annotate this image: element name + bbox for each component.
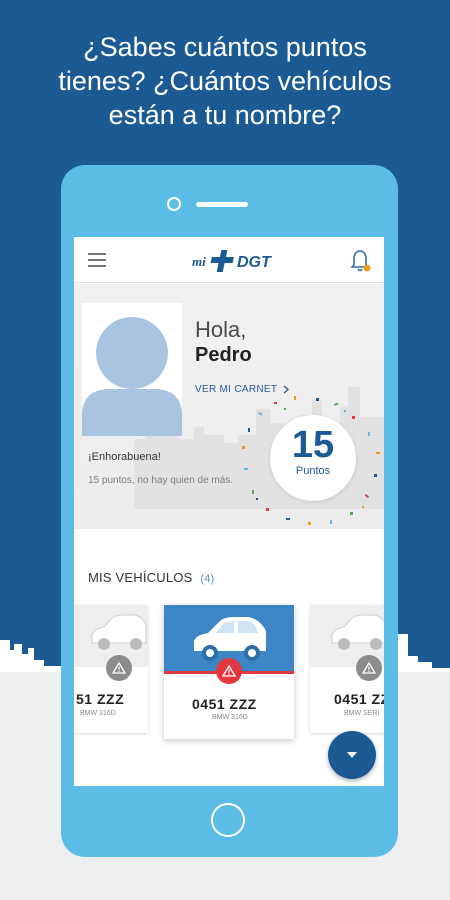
car-icon bbox=[91, 614, 147, 650]
warning-icon[interactable] bbox=[106, 655, 132, 681]
phone-camera bbox=[167, 197, 181, 211]
app-toolbar: mi DGT bbox=[74, 237, 384, 283]
congrats-message: 15 puntos, no hay quien de más. bbox=[88, 475, 234, 486]
bell-icon[interactable] bbox=[348, 248, 372, 274]
vehicle-model: BMW 316D bbox=[212, 714, 248, 721]
warning-icon[interactable] bbox=[356, 655, 382, 681]
vehicles-count: (4) bbox=[200, 573, 215, 585]
promo-headline-line-2: tienes? ¿Cuántos vehículos bbox=[58, 66, 392, 96]
menu-icon[interactable] bbox=[88, 253, 106, 267]
notification-dot bbox=[363, 264, 371, 272]
warning-icon[interactable] bbox=[216, 658, 242, 684]
vehicles-carousel[interactable]: 51 ZZZ BMW 316D 0451 ZZZ BMW 316D 0451 Z… bbox=[74, 605, 384, 745]
points-value: 15 bbox=[291, 424, 335, 466]
vehicle-model: BMW 316D bbox=[80, 710, 116, 717]
congrats-title: ¡Enhorabuena! bbox=[88, 451, 161, 463]
points-label: Puntos bbox=[295, 465, 331, 477]
logo-text: DGT bbox=[237, 254, 272, 271]
avatar bbox=[82, 303, 182, 436]
promo-headline-line-3: están a tu nombre? bbox=[108, 100, 342, 130]
points-badge: 15 Puntos bbox=[270, 415, 356, 501]
phone-home-button bbox=[211, 803, 245, 837]
promo-headline-line-1: ¿Sabes cuántos puntos bbox=[83, 32, 367, 62]
greeting-text: Hola, bbox=[195, 317, 247, 342]
chevron-right-icon bbox=[283, 385, 290, 394]
vehicle-plate: 51 ZZZ bbox=[76, 691, 125, 707]
user-name: Pedro bbox=[195, 344, 252, 366]
promo-headline: ¿Sabes cuántos puntos tienes? ¿Cuántos v… bbox=[0, 30, 450, 132]
car-icon bbox=[194, 617, 266, 661]
profile-panel: Hola, Pedro VER MI CARNET 15 Puntos ¡Enh… bbox=[74, 284, 384, 529]
car-icon bbox=[331, 614, 384, 650]
vehicle-model: BMW SERI bbox=[344, 710, 380, 717]
phone-speaker bbox=[196, 202, 248, 207]
expand-button[interactable] bbox=[328, 731, 376, 779]
vehicle-plate: 0451 ZZ bbox=[334, 691, 384, 707]
vehicle-card[interactable]: 0451 ZZ BMW SERI bbox=[310, 605, 384, 733]
vehicles-section-title: MIS VEHÍCULOS bbox=[88, 570, 193, 585]
vehicles-section-header: MIS VEHÍCULOS (4) bbox=[88, 570, 214, 585]
app-screen: mi DGT Hola, Pedro VER MI CARNET 15 Punt… bbox=[74, 237, 384, 786]
vehicle-card-selected[interactable]: 0451 ZZZ BMW 316D bbox=[164, 605, 294, 739]
vehicle-plate: 0451 ZZZ bbox=[192, 696, 257, 712]
vehicle-card[interactable]: 51 ZZZ BMW 316D bbox=[74, 605, 148, 733]
chevron-down-icon bbox=[347, 752, 357, 758]
midgt-logo: mi DGT bbox=[192, 250, 272, 272]
logo-prefix: mi bbox=[192, 254, 206, 269]
